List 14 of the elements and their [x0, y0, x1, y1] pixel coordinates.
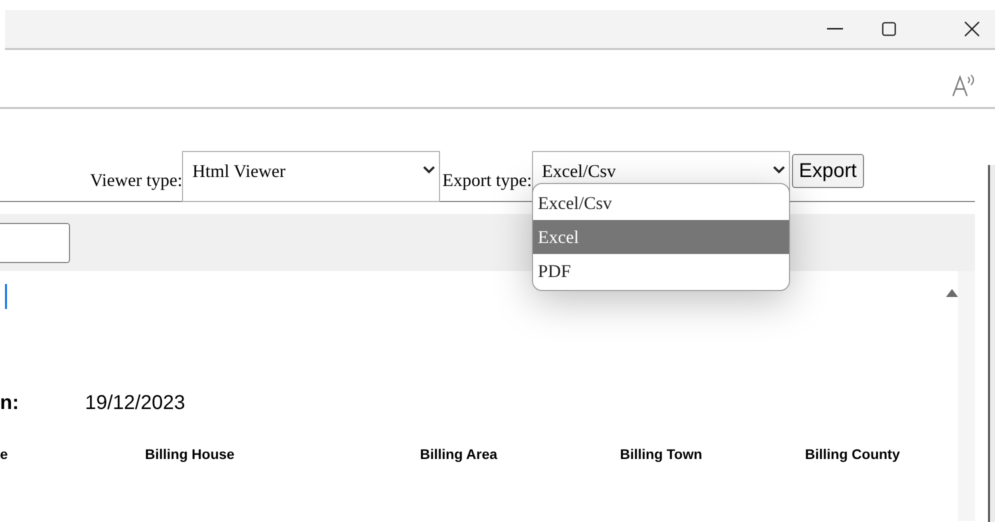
export-type-label: Export type:: [442, 169, 532, 192]
viewer-type-label: Viewer type:: [90, 169, 182, 192]
dropdown-option[interactable]: PDF: [532, 254, 789, 288]
column-header: Billing House: [145, 446, 234, 462]
column-header: Billing County: [805, 446, 900, 462]
viewer-type-select[interactable]: Html Viewer: [182, 151, 440, 202]
dropdown-option[interactable]: Excel/Csv: [532, 186, 789, 220]
date-label: n:: [0, 391, 20, 416]
column-header: e: [0, 446, 8, 462]
export-button[interactable]: Export: [792, 154, 864, 188]
column-header: Billing Town: [620, 446, 702, 462]
column-header: Billing Area: [420, 446, 498, 462]
report-date: 19/12/2023: [85, 391, 186, 416]
dropdown-option[interactable]: Excel: [532, 220, 789, 254]
